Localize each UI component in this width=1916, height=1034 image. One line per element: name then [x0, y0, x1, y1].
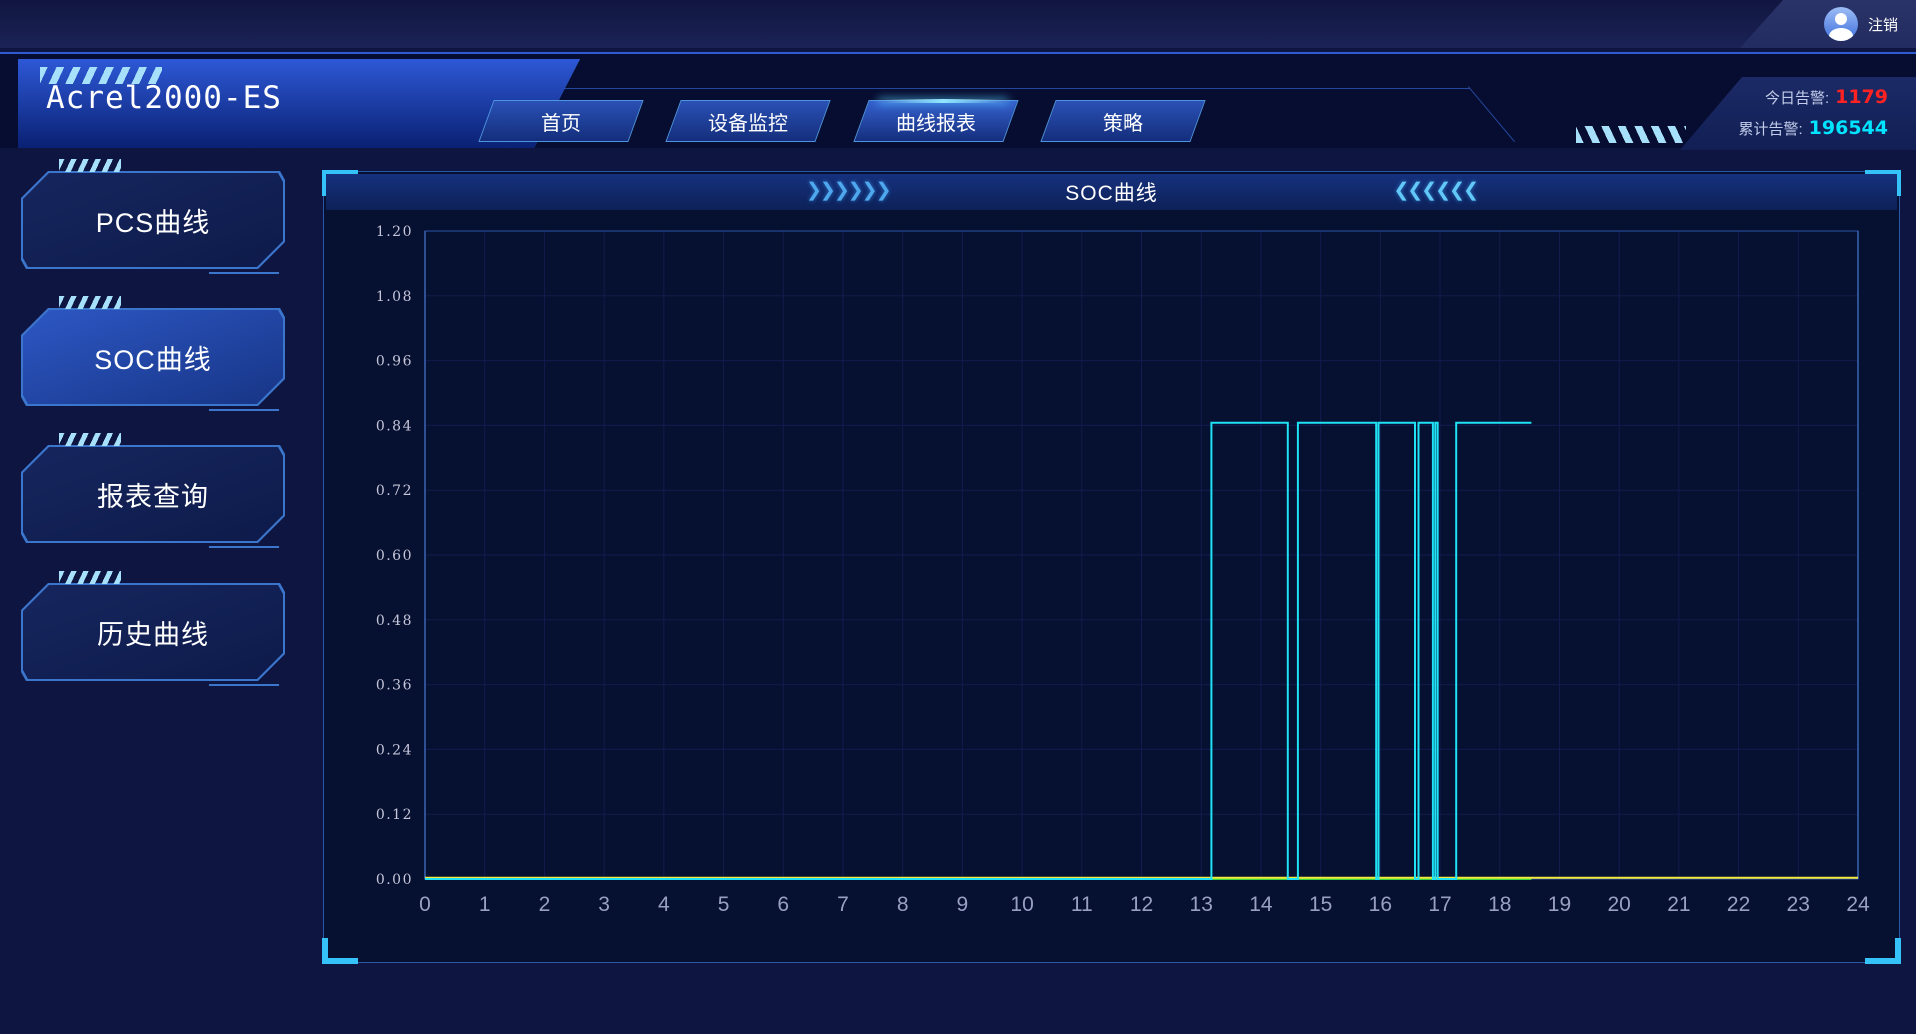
x-axis-tick-label: 14: [1249, 893, 1273, 916]
x-axis-tick-label: 16: [1369, 893, 1392, 916]
alarm-summary: 今日告警: 1179 累计告警: 196544: [1680, 77, 1916, 150]
y-axis-tick-label: 0.72: [376, 483, 413, 499]
alarm-total-row: 累计告警: 196544: [1739, 117, 1889, 139]
x-axis-tick-label: 24: [1846, 893, 1870, 916]
x-axis-tick-label: 18: [1488, 893, 1511, 916]
nav-outline-slant: [1468, 86, 1515, 142]
chart-panel: ❯❯❯❯❯❯ SOC曲线 ❮❮❮❮❮❮ 0.00 0.12 0.24 0.36 0.48…: [323, 171, 1900, 963]
sidebar-item-label: PCS曲线: [21, 171, 285, 269]
soc-chart: 0.00 0.12 0.24 0.36 0.48 0.60 0.72 0.84 0.96 1.08…: [324, 210, 1899, 962]
x-axis-tick-label: 13: [1190, 893, 1213, 916]
alarm-today-row: 今日告警: 1179: [1765, 86, 1888, 108]
tab-label: 曲线报表: [862, 101, 1010, 141]
tab-label: 设备监控: [674, 101, 822, 141]
topbar: 注销: [0, 0, 1916, 48]
button-underline: [209, 546, 279, 548]
x-axis-tick-label: 7: [837, 893, 849, 916]
sidebar-item-报表查询[interactable]: 报表查询: [21, 445, 285, 543]
sidebar-item-label: SOC曲线: [21, 308, 285, 406]
sidebar-item-label: 报表查询: [21, 445, 285, 543]
alarm-today-value: 1179: [1835, 86, 1888, 108]
header-band: Acrel2000-ES 首页设备监控曲线报表策略 今日告警: 1179 累计告警…: [0, 52, 1916, 148]
y-axis-tick-label: 0.36: [376, 678, 413, 694]
app: 注销 Acrel2000-ES 首页设备监控曲线报表策略 今日告警:1179 累…: [0, 0, 1916, 1034]
x-axis-tick-label: 20: [1607, 893, 1630, 916]
x-axis-tick-label: 11: [1071, 893, 1093, 916]
x-axis-tick-label: 8: [897, 893, 909, 916]
y-axis-tick-label: 1.08: [376, 289, 413, 305]
x-axis-tick-label: 1: [479, 893, 491, 916]
tab-策略[interactable]: 策略: [1041, 100, 1206, 142]
x-axis-tick-label: 4: [658, 893, 670, 916]
chevrons-right-icon: ❯❯❯❯❯❯: [806, 179, 890, 202]
x-axis-tick-label: 6: [777, 893, 789, 916]
button-underline: [209, 409, 279, 411]
x-axis-tick-label: 21: [1667, 893, 1690, 916]
x-axis-tick-label: 2: [539, 893, 551, 916]
x-axis-tick-label: 22: [1727, 893, 1750, 916]
x-axis-tick-label: 12: [1130, 893, 1153, 916]
chart-panel-header: ❯❯❯❯❯❯ SOC曲线 ❮❮❮❮❮❮: [326, 174, 1897, 210]
y-axis-tick-label: 1.20: [376, 224, 413, 240]
nav-outline: [470, 88, 1470, 89]
app-title: Acrel2000-ES: [46, 80, 282, 116]
y-axis-tick-label: 0.12: [376, 807, 413, 823]
tab-label: 策略: [1049, 101, 1197, 141]
y-axis-tick-label: 0.60: [376, 548, 413, 564]
chart-title: SOC曲线: [1065, 177, 1158, 207]
sidebar-item-历史曲线[interactable]: 历史曲线: [21, 583, 285, 681]
tab-设备监控[interactable]: 设备监控: [666, 100, 831, 142]
user-area: 注销: [1824, 6, 1898, 42]
x-axis-tick-label: 9: [957, 893, 969, 916]
x-axis-tick-label: 3: [598, 893, 610, 916]
chevrons-left-icon: ❮❮❮❮❮❮: [1393, 179, 1477, 202]
hatch-decoration-right-icon: [1576, 126, 1686, 143]
y-axis-tick-label: 0.48: [376, 613, 413, 629]
x-axis-tick-label: 19: [1548, 893, 1571, 916]
x-axis-tick-label: 5: [718, 893, 730, 916]
x-axis-tick-label: 17: [1428, 893, 1451, 916]
y-axis-tick-label: 0.00: [376, 872, 413, 888]
x-axis-tick-label: 0: [419, 893, 431, 916]
x-axis-tick-label: 10: [1010, 893, 1033, 916]
x-axis-tick-label: 15: [1309, 893, 1332, 916]
logout-button[interactable]: 注销: [1868, 14, 1898, 35]
y-axis-tick-label: 0.24: [376, 742, 413, 758]
tab-label: 首页: [487, 101, 635, 141]
alarm-today-label: 今日告警:: [1765, 90, 1829, 107]
sidebar-item-PCS曲线[interactable]: PCS曲线: [21, 171, 285, 269]
sidebar-item-SOC曲线[interactable]: SOC曲线: [21, 308, 285, 406]
series-SOC: [425, 423, 1531, 879]
tab-曲线报表[interactable]: 曲线报表: [853, 100, 1018, 142]
y-axis-tick-label: 0.96: [376, 354, 413, 370]
alarm-total-value: 196544: [1809, 117, 1888, 139]
tab-首页[interactable]: 首页: [478, 100, 643, 142]
button-underline: [209, 684, 279, 686]
sidebar-item-label: 历史曲线: [21, 583, 285, 681]
alarm-total-label: 累计告警:: [1739, 121, 1803, 138]
button-underline: [209, 272, 279, 274]
y-axis-tick-label: 0.84: [376, 418, 413, 434]
x-axis-tick-label: 23: [1787, 893, 1810, 916]
user-avatar-icon[interactable]: [1824, 7, 1858, 41]
